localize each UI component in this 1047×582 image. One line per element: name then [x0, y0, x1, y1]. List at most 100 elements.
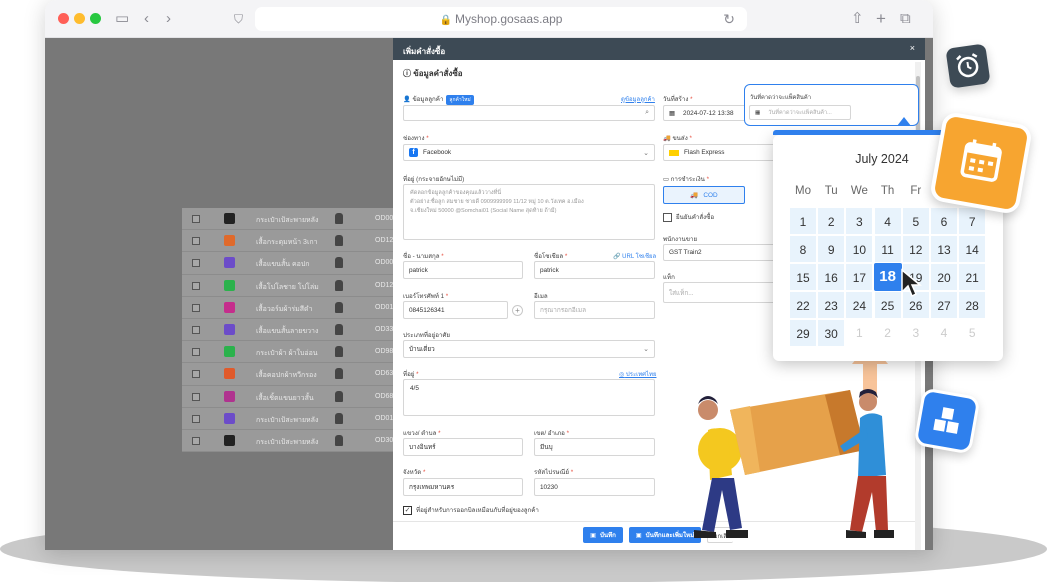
calendar-day[interactable]: 9 [817, 235, 846, 263]
calendar-day[interactable]: 13 [930, 235, 958, 263]
calendar-day[interactable]: 3 [845, 207, 874, 235]
calendar-day[interactable]: 30 [817, 319, 846, 347]
calendar-day[interactable]: 15 [789, 263, 817, 291]
name-input[interactable]: patrick [403, 261, 523, 279]
calendar-day[interactable]: 17 [845, 263, 874, 291]
subdistrict-input[interactable]: บางอินทร์ [403, 438, 523, 456]
background-list-row[interactable]: เสื้อคอปกผ้าหวีกรอง OD63 [182, 363, 397, 386]
calendar-day[interactable]: 4 [873, 207, 902, 235]
social-label-text: ชื่อโซเชียล [534, 253, 564, 260]
same-billing-checkbox[interactable]: ✓ ที่อยู่สำหรับการออกบิลเหมือนกับที่อยู่ข… [403, 505, 539, 515]
calendar-day[interactable]: 10 [845, 235, 874, 263]
row-checkbox[interactable] [192, 414, 200, 423]
modal-close-button[interactable]: × [910, 43, 915, 53]
row-checkbox[interactable] [192, 303, 200, 312]
country-link[interactable]: ◎ ประเทศไทย [619, 369, 656, 379]
callout-pointer [897, 117, 911, 126]
calendar-day[interactable]: 27 [930, 291, 958, 319]
shield-icon[interactable]: ⛉ [234, 10, 243, 28]
calendar-day[interactable]: 7 [958, 207, 987, 235]
background-list-row[interactable]: เสื้อวอร์มผ้าร่มสีดำ OD01 [182, 297, 397, 319]
new-tab-icon[interactable]: + [876, 10, 886, 28]
residence-type-select[interactable]: บ้านเดี่ยว ⌄ [403, 340, 655, 358]
row-checkbox[interactable] [192, 281, 200, 290]
row-checkbox[interactable] [192, 259, 200, 268]
province-input[interactable]: กรุงเทพมหานคร [403, 478, 523, 496]
calendar-day[interactable]: 8 [789, 235, 817, 263]
back-icon[interactable]: ‹ [144, 10, 149, 28]
save-new-label: บันทึกและเพิ่มใหม่ [645, 532, 695, 539]
background-list-row[interactable]: กระเป๋าเป้สะพายหลัง OD01 [182, 408, 397, 430]
calendar-day[interactable]: 1 [789, 207, 817, 235]
close-window-button[interactable] [58, 13, 69, 24]
row-checkbox[interactable] [192, 436, 200, 445]
email-input[interactable]: กรุณากรอกอีเมล [534, 301, 655, 319]
view-customer-link[interactable]: ดูข้อมูลลูกค้า [621, 94, 655, 104]
calendar-day[interactable]: 24 [845, 291, 874, 319]
calendar-day[interactable]: 23 [817, 291, 846, 319]
customer-search-input[interactable]: ⌕ [403, 105, 655, 121]
maximize-window-button[interactable] [90, 13, 101, 24]
channel-select[interactable]: f Facebook ⌄ [403, 144, 655, 161]
background-list-row[interactable]: เสื้อโปโลชาย โปโล่ม OD12 [182, 275, 397, 297]
calendar-day[interactable]: 22 [789, 291, 817, 319]
calendar-day[interactable]: 5 [958, 319, 986, 347]
calendar-day[interactable]: 28 [958, 291, 987, 319]
calendar-day[interactable]: 20 [930, 263, 958, 291]
background-list-row[interactable]: กระเป๋าเป้สะพายหลัง OD30 [182, 430, 397, 453]
calendar-day-selected[interactable]: 18 [873, 263, 902, 291]
user-icon: 👤 [403, 96, 411, 103]
address-bar[interactable]: 🔒 Myshop.gosaas.app ↻ [255, 7, 747, 31]
row-checkbox[interactable] [192, 237, 200, 246]
row-checkbox[interactable] [192, 325, 200, 334]
background-list-row[interactable]: เสื้อแขนสั้นลายขวาง OD33 [182, 319, 397, 342]
tag-input[interactable]: ใส่แท็ก... [663, 282, 781, 303]
background-list-row[interactable]: เสื้อกระดุมหน้า 3เกา OD12 [182, 230, 397, 253]
calendar-day[interactable]: 1 [845, 319, 873, 347]
minimize-window-button[interactable] [74, 13, 85, 24]
social-name-input[interactable]: patrick [534, 261, 655, 279]
calendar-day[interactable]: 11 [873, 235, 902, 263]
calendar-day[interactable]: 14 [958, 235, 987, 263]
order-code: OD01 [375, 414, 394, 422]
row-checkbox[interactable] [192, 215, 200, 223]
order-code: OD00 [375, 215, 394, 222]
shipping-select[interactable]: Flash Express [663, 144, 781, 161]
forward-icon[interactable]: › [166, 10, 171, 28]
calendar-day[interactable]: 5 [901, 207, 930, 235]
background-list-row[interactable]: กระเป๋าเป้สะพายหลัง OD00 [182, 208, 397, 231]
postcode-input[interactable]: 10230 [534, 478, 655, 496]
background-list-row[interactable]: กระเป๋าผ้า ผ้าใบอ่อน OD98 [182, 341, 397, 364]
row-checkbox[interactable] [192, 370, 200, 379]
address-textarea[interactable]: 4/5 [403, 379, 655, 416]
add-phone-button[interactable]: + [512, 305, 523, 316]
calendar-day[interactable]: 12 [901, 235, 930, 263]
background-list-row[interactable]: เสื้อเชิ้ตแขนยาวสั้น OD68 [182, 386, 397, 408]
social-url-link[interactable]: 🔗 URL โซเชียล [613, 251, 656, 261]
calendar-day[interactable]: 2 [874, 319, 902, 347]
calendar-day[interactable]: 3 [902, 319, 930, 347]
save-button[interactable]: ▣ บันทึก [583, 527, 623, 543]
address-paste-textarea[interactable]: คัดลอกข้อมูลลูกค้าของคุณแล้ววางที่นี่ ตั… [403, 184, 655, 240]
calendar-day[interactable]: 4 [930, 319, 958, 347]
salesperson-select[interactable]: GST Train2 [663, 244, 781, 261]
calendar-day[interactable]: 2 [817, 207, 846, 235]
payment-cod-option[interactable]: 🚚 COD [663, 186, 745, 204]
product-name: กระเป๋าเป้สะพายหลัง [256, 416, 319, 424]
calendar-day[interactable]: 6 [930, 207, 958, 235]
row-checkbox[interactable] [192, 348, 200, 357]
confirm-order-checkbox[interactable]: ยืนยันคำสั่งซื้อ [663, 212, 714, 222]
tabs-overview-icon[interactable]: ⧉ [900, 10, 911, 28]
sidebar-icon[interactable]: ▭ [115, 10, 129, 28]
phone-input[interactable]: 0845126341 [403, 301, 508, 319]
calendar-day[interactable]: 21 [958, 263, 987, 291]
share-icon[interactable]: ⇧ [851, 10, 864, 28]
row-checkbox[interactable] [192, 392, 200, 401]
pack-date-input[interactable]: ▦ วันที่คาดว่าจะแพ็คสินค้า... [749, 105, 851, 120]
calendar-day[interactable]: 25 [873, 291, 902, 319]
district-input[interactable]: มีนบุ [534, 438, 655, 456]
reload-icon[interactable]: ↻ [723, 7, 735, 31]
calendar-day[interactable]: 29 [789, 319, 817, 347]
background-list-row[interactable]: เสื้อแขนสั้น คอปก OD00 [182, 252, 397, 275]
calendar-day[interactable]: 16 [817, 263, 846, 291]
